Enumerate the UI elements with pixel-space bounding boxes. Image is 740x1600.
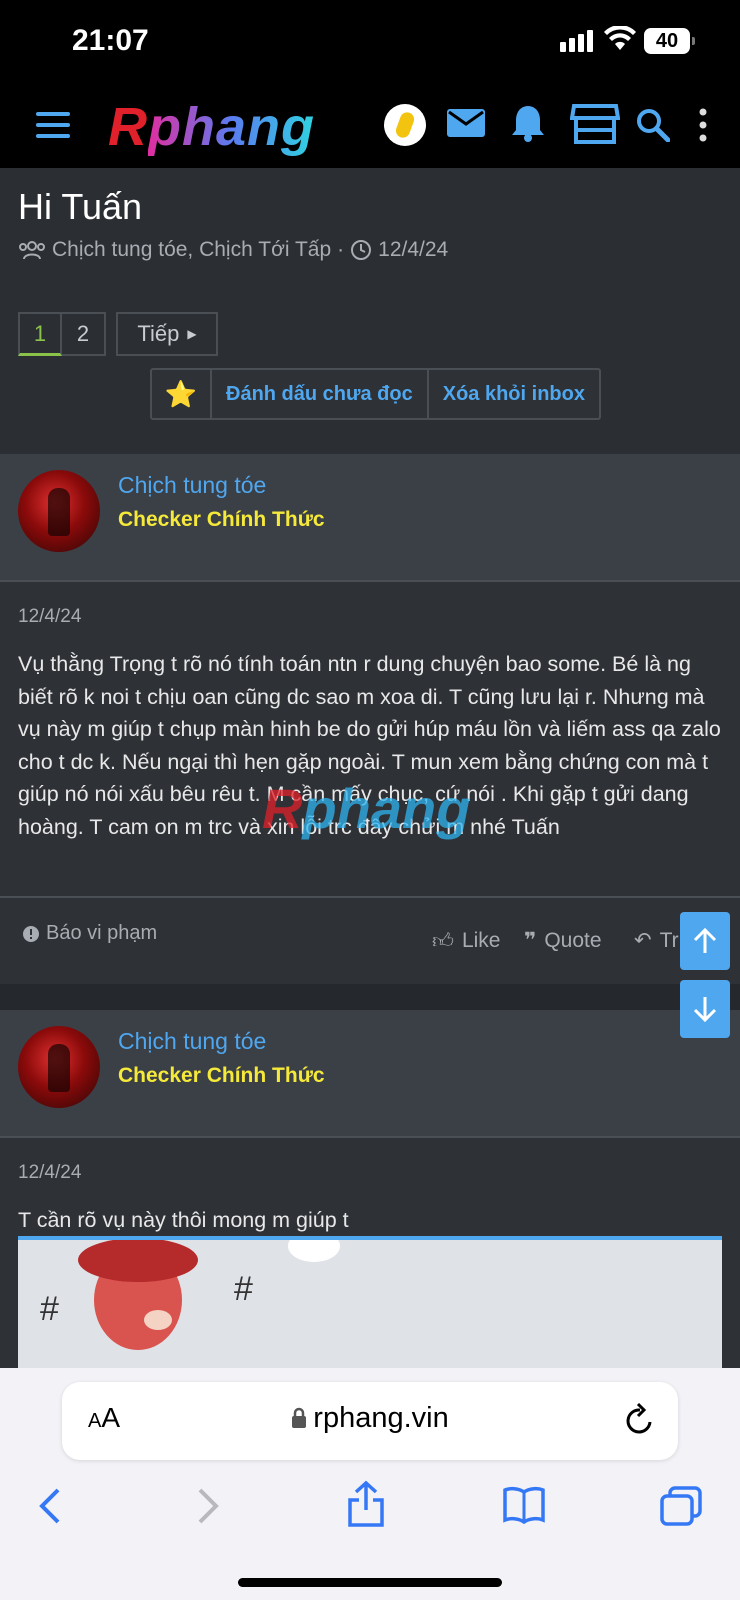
users-icon xyxy=(19,241,45,260)
bell-icon[interactable] xyxy=(510,104,546,142)
reply-label: Tr xyxy=(659,928,679,952)
like-button[interactable]: 👍︎ Like xyxy=(432,928,500,954)
watermark-logo: Rphang xyxy=(262,777,471,840)
scroll-down-button[interactable] xyxy=(680,980,730,1038)
search-icon[interactable] xyxy=(636,108,670,142)
top-nav: Rphang xyxy=(0,86,740,168)
page-title: Hi Tuấn xyxy=(18,186,143,227)
lock-icon xyxy=(292,1407,307,1428)
svg-text:#: # xyxy=(40,1290,59,1328)
message-date: 12/4/24 xyxy=(18,606,82,627)
scroll-up-button[interactable] xyxy=(680,912,730,970)
next-page-button[interactable]: Tiếp ▶ xyxy=(116,312,218,356)
author-name[interactable]: Chịch tung tóe xyxy=(118,1028,266,1055)
arrow-up-icon xyxy=(693,927,717,953)
thread-date: 12/4/24 xyxy=(378,238,449,261)
message-user-header: Chịch tung tóe Checker Chính Thức xyxy=(0,454,740,582)
next-page-label: Tiếp xyxy=(137,321,180,346)
message-user-header: Chịch tung tóe Checker Chính Thức xyxy=(0,1010,740,1138)
forward-icon[interactable] xyxy=(196,1486,222,1526)
report-label: Báo vi phạm xyxy=(46,922,158,944)
status-time: 21:07 xyxy=(72,24,149,57)
wifi-icon xyxy=(604,26,636,50)
thread-meta: Chịch tung tóe, Chịch Tới Tấp · 12/4/24 xyxy=(18,238,448,262)
thread-header: Hi Tuấn Chịch tung tóe, Chịch Tới Tấp · … xyxy=(0,168,740,454)
status-bar: 21:07 40 xyxy=(0,0,740,86)
avatar[interactable] xyxy=(18,1026,100,1108)
bookmarks-icon[interactable] xyxy=(502,1486,546,1524)
mark-unread-button[interactable]: Đánh dấu chưa đọc xyxy=(210,370,427,418)
more-vertical-icon[interactable] xyxy=(698,108,708,142)
page-1-button[interactable]: 1 xyxy=(18,312,62,356)
page-2-button[interactable]: 2 xyxy=(62,312,106,356)
message-footer: Báo vi phạm 👍︎ Like ❞ Quote ↶ Tr xyxy=(0,896,740,980)
user-avatar[interactable] xyxy=(384,104,426,146)
url-display[interactable]: rphang.vin xyxy=(62,1402,678,1435)
author-name[interactable]: Chịch tung tóe xyxy=(118,472,266,499)
like-label: Like xyxy=(461,929,501,952)
attached-image[interactable]: # # xyxy=(18,1236,722,1372)
browser-toolbar: AA rphang.vin xyxy=(0,1368,740,1600)
svg-text:#: # xyxy=(234,1270,253,1308)
remove-inbox-button[interactable]: Xóa khỏi inbox xyxy=(426,370,599,418)
message-date: 12/4/24 xyxy=(18,1162,82,1183)
address-bar[interactable]: AA rphang.vin xyxy=(62,1382,678,1460)
meta-separator: · xyxy=(337,238,345,261)
alert-icon xyxy=(23,925,39,942)
thread-participants[interactable]: Chịch tung tóe, Chịch Tới Tấp xyxy=(52,238,331,262)
star-button[interactable]: ⭐ xyxy=(152,370,210,418)
tabs-icon[interactable] xyxy=(660,1486,702,1526)
message-body: T cần rõ vụ này thôi mong m giúp t xyxy=(18,1208,349,1232)
share-icon[interactable] xyxy=(346,1480,386,1528)
quote-button[interactable]: ❞ Quote xyxy=(524,928,602,953)
message: Chịch tung tóe Checker Chính Thức 12/4/2… xyxy=(0,454,740,984)
reply-button[interactable]: ↶ Tr xyxy=(634,928,679,953)
report-button[interactable]: Báo vi phạm xyxy=(22,922,157,945)
clock-icon xyxy=(351,240,372,260)
message-divider xyxy=(0,984,740,1012)
user-title: Checker Chính Thức xyxy=(118,508,325,531)
avatar[interactable] xyxy=(18,470,100,552)
caret-right-icon: ▶ xyxy=(187,327,197,341)
conversation-actions: ⭐ Đánh dấu chưa đọc Xóa khỏi inbox xyxy=(150,368,601,420)
quote-icon: ❞ xyxy=(524,929,537,952)
quote-label: Quote xyxy=(544,928,602,952)
battery-icon: 40 xyxy=(644,28,695,54)
arrow-down-icon xyxy=(693,997,717,1023)
reload-icon[interactable] xyxy=(624,1402,656,1436)
hamburger-menu-icon[interactable] xyxy=(36,112,70,145)
pagination: 1 2 Tiếp ▶ xyxy=(18,312,218,356)
back-icon[interactable] xyxy=(36,1486,62,1526)
thumbs-up-icon: 👍︎ xyxy=(432,930,454,953)
star-icon: ⭐ xyxy=(164,378,198,409)
sticker-image: # # xyxy=(40,1240,340,1350)
cellular-signal-icon xyxy=(560,30,596,52)
home-indicator xyxy=(238,1578,502,1587)
site-logo[interactable]: Rphang xyxy=(108,96,315,158)
store-icon[interactable] xyxy=(570,102,620,146)
user-title: Checker Chính Thức xyxy=(118,1064,325,1087)
reply-icon: ↶ xyxy=(634,929,652,952)
mail-icon[interactable] xyxy=(446,108,486,138)
